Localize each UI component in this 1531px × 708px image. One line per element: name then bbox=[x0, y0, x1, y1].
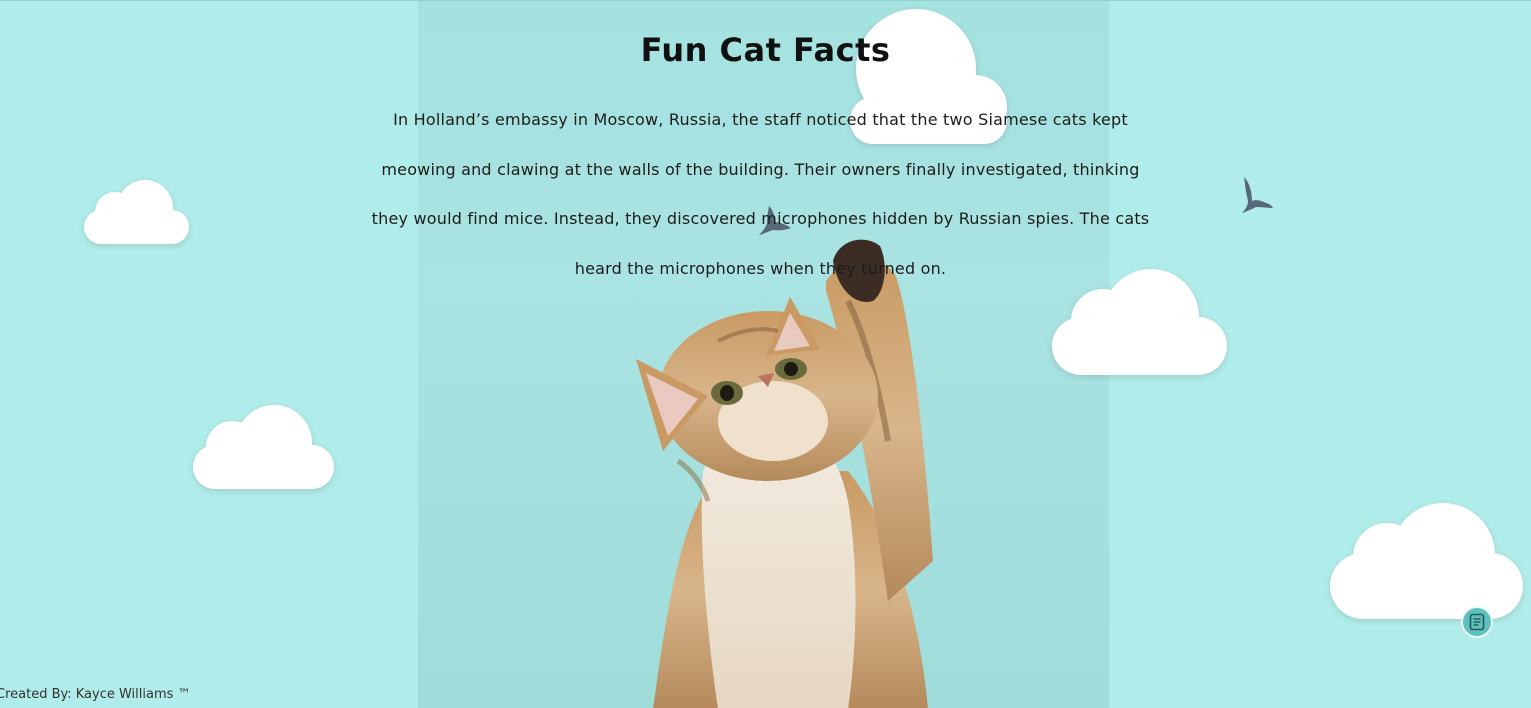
credit-text: Created By: Kayce Williams ™ bbox=[0, 687, 191, 702]
notes-button[interactable] bbox=[1461, 606, 1493, 638]
cloud bbox=[84, 180, 189, 244]
bird-icon bbox=[1242, 177, 1273, 213]
page: Fun Cat Facts In Holland’s embassy in Mo… bbox=[0, 0, 1531, 708]
cloud bbox=[193, 405, 334, 489]
cloud bbox=[1330, 503, 1523, 619]
notes-icon bbox=[1469, 613, 1485, 631]
cat-fact-text: In Holland’s embassy in Moscow, Russia, … bbox=[371, 110, 1150, 278]
page-title: Fun Cat Facts bbox=[640, 31, 891, 69]
